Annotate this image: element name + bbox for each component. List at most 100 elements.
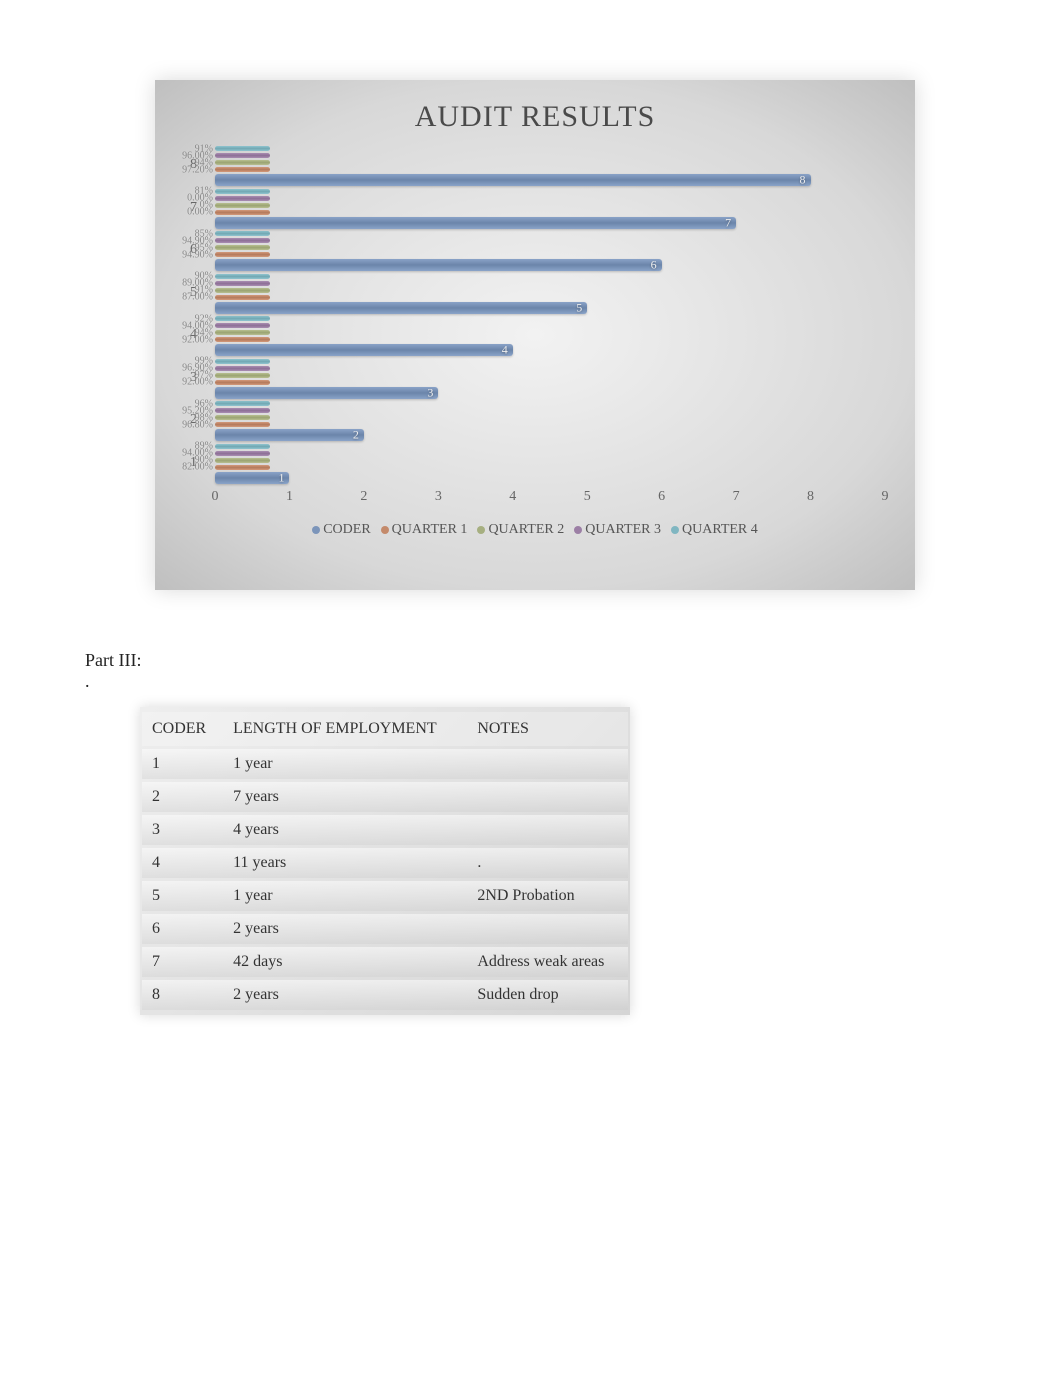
cell-length: 2 years [223, 980, 467, 1010]
table-row: 62 years [142, 914, 628, 944]
bar-quarter-4: 92% [215, 316, 270, 321]
section-bullet: . [85, 671, 977, 692]
bar-quarter-3: 89.00% [215, 281, 270, 286]
x-tick: 2 [360, 489, 367, 505]
legend-label: QUARTER 4 [682, 522, 758, 537]
coder-group: 99% 96.90% 97% 92.00% 3 [215, 357, 885, 400]
table-row: 742 daysAddress weak areas [142, 947, 628, 977]
bar-quarter-1: 96.80% [215, 422, 270, 427]
legend-label: QUARTER 1 [392, 522, 468, 537]
bar-coder: 4 [215, 344, 513, 356]
bar-quarter-2: 90% [215, 458, 270, 463]
bar-quarter-3: 96.00% [215, 153, 270, 158]
table-row: 411 years. [142, 848, 628, 878]
bar-quarter-3: 95.20% [215, 408, 270, 413]
bar-label: 96.80% [182, 419, 215, 430]
bar-coder: 8 [215, 174, 811, 186]
bar-quarter-2: 94% [215, 160, 270, 165]
legend-swatch [574, 526, 582, 534]
x-tick: 7 [733, 489, 740, 505]
bar-label: 0.00% [187, 207, 215, 218]
cell-coder: 4 [142, 848, 223, 878]
legend-item: QUARTER 4 [671, 522, 758, 538]
bar-coder: 1 [215, 472, 289, 484]
coder-end-label: 5 [576, 300, 582, 315]
bar-quarter-2: 97% [215, 373, 270, 378]
bar-coder: 7 [215, 217, 736, 229]
th-length: LENGTH OF EMPLOYMENT [223, 712, 467, 746]
bar-quarter-3: 94.00% [215, 451, 270, 456]
bar-quarter-3: 94.00% [215, 323, 270, 328]
x-tick: 6 [658, 489, 665, 505]
x-tick: 9 [882, 489, 889, 505]
table-row: 51 year2ND Probation [142, 881, 628, 911]
legend-swatch [671, 526, 679, 534]
coder-end-label: 2 [353, 428, 359, 443]
bar-quarter-4: 99% [215, 359, 270, 364]
bar-quarter-2: 94% [215, 330, 270, 335]
bar-label: 92.00% [182, 377, 215, 388]
coder-end-label: 3 [427, 385, 433, 400]
employment-table: CODER LENGTH OF EMPLOYMENT NOTES 11 year… [140, 707, 630, 1015]
bar-quarter-4: 81% [215, 189, 270, 194]
th-coder: CODER [142, 712, 223, 746]
legend-item: QUARTER 3 [574, 522, 661, 538]
legend-swatch [381, 526, 389, 534]
bar-quarter-3: 96.90% [215, 366, 270, 371]
cell-length: 1 year [223, 881, 467, 911]
bar-quarter-4: 90% [215, 274, 270, 279]
bar-label: 87.00% [182, 292, 215, 303]
cell-notes: Address weak areas [467, 947, 628, 977]
coder-end-label: 1 [278, 470, 284, 485]
cell-notes [467, 815, 628, 845]
legend-item: QUARTER 1 [381, 522, 468, 538]
cell-notes [467, 782, 628, 812]
bar-quarter-2: 98% [215, 415, 270, 420]
bar-quarter-2: 0% [215, 203, 270, 208]
bar-quarter-4: 89% [215, 444, 270, 449]
x-tick: 3 [435, 489, 442, 505]
bar-coder: 2 [215, 429, 364, 441]
cell-coder: 7 [142, 947, 223, 977]
coder-group: 91%96.00%94%97.20%8 [215, 144, 885, 187]
bar-quarter-3: 94.90% [215, 238, 270, 243]
legend-item: CODER [312, 522, 370, 538]
coder-group: 92%94.00%94%92.00%4 [215, 314, 885, 357]
bar-quarter-1: 94.90% [215, 252, 270, 257]
chart-title: AUDIT RESULTS [185, 100, 885, 134]
coder-end-label: 6 [651, 258, 657, 273]
bar-coder: 3 [215, 387, 438, 399]
table-row: 34 years [142, 815, 628, 845]
cell-length: 42 days [223, 947, 467, 977]
cell-coder: 6 [142, 914, 223, 944]
legend-label: QUARTER 3 [585, 522, 661, 537]
cell-coder: 3 [142, 815, 223, 845]
cell-notes: 2ND Probation [467, 881, 628, 911]
bar-label: 82.00% [182, 462, 215, 473]
bar-quarter-1: 92.00% [215, 380, 270, 385]
bar-quarter-4: 96% [215, 401, 270, 406]
cell-notes: . [467, 848, 628, 878]
x-tick: 8 [807, 489, 814, 505]
bar-quarter-3: 0.00% [215, 196, 270, 201]
cell-length: 2 years [223, 914, 467, 944]
legend-swatch [477, 526, 485, 534]
plot-area: 1 2 3 4 5 6 7 8 89% 94.00% 90% 82.00% 1 96% 95.20% 98%… [185, 144, 885, 514]
cell-length: 1 year [223, 749, 467, 779]
cell-coder: 1 [142, 749, 223, 779]
bar-quarter-1: 82.00% [215, 465, 270, 470]
bar-label: 97.20% [182, 164, 215, 175]
bar-quarter-1: 0.00% [215, 210, 270, 215]
audit-results-chart: AUDIT RESULTS 12345678 89%94.00%90%82.00… [155, 80, 915, 590]
bar-quarter-2: 91% [215, 288, 270, 293]
x-tick: 5 [584, 489, 591, 505]
bar-label: 94.90% [182, 249, 215, 260]
bar-coder: 6 [215, 259, 662, 271]
cell-length: 4 years [223, 815, 467, 845]
section-heading: Part III: [85, 650, 977, 671]
cell-notes [467, 749, 628, 779]
coder-end-label: 4 [502, 343, 508, 358]
coder-group: 89% 94.00% 90% 82.00% 1 [215, 442, 885, 485]
coder-group: 81% 0.00% 0% 0.00% 7 [215, 187, 885, 230]
bar-quarter-1: 97.20% [215, 167, 270, 172]
